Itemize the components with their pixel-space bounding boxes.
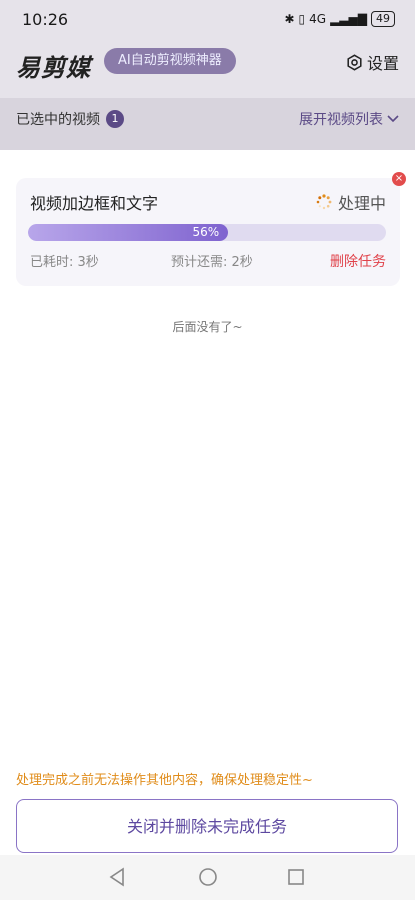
close-delete-button[interactable]: 关闭并删除未完成任务 [16,799,398,853]
app-tagline: AI自动剪视频神器 [104,48,236,74]
status-time: 10:26 [22,10,69,29]
delete-task-button[interactable]: 删除任务 [330,251,386,271]
task-status-label: 处理中 [337,194,386,213]
bluetooth-icon: ✱ [284,12,295,26]
list-end-text: 后面没有了~ [172,320,243,334]
progress-label: 56% [192,225,220,239]
status-icons: ✱ ▯ 4G ▂▃▅▇ 49 [284,11,395,27]
settings-label: 设置 [366,54,399,73]
status-bar: 10:26 ✱ ▯ 4G ▂▃▅▇ 49 [0,0,415,40]
vibrate-icon: ▯ [298,12,306,26]
expand-video-list-label: 展开视频列表 [299,112,383,128]
home-icon[interactable] [198,867,218,887]
expand-video-list-button[interactable]: 展开视频列表 [299,109,399,129]
back-icon[interactable] [108,867,128,887]
task-status: 处理中 [316,190,386,214]
selected-videos-bar: 已选中的视频 1 展开视频列表 [0,98,415,150]
settings-button[interactable]: 设置 [346,50,399,74]
progress-bar: 56% [28,224,386,241]
task-remaining-time: 预计还需: 2秒 [171,255,253,270]
signal-icon: ▂▃▅▇ [330,12,367,26]
app-header: 易剪媒 AI自动剪视频神器 设置 [0,40,415,98]
selected-videos-text: 已选中的视频 [16,112,100,128]
app-logo: 易剪媒 [16,54,91,82]
task-card: × 视频加边框和文字 处理中 56% 已耗时: 3秒 预计还需: 2秒 删除任务 [16,172,406,286]
chevron-down-icon [387,115,399,123]
task-close-button[interactable]: × [392,172,406,186]
task-elapsed-time: 已耗时: 3秒 [30,255,99,270]
warning-text: 处理完成之前无法操作其他内容，确保处理稳定性~ [16,773,313,788]
gear-icon [347,53,362,71]
recent-apps-icon[interactable] [286,867,306,887]
battery-indicator: 49 [371,11,395,27]
spinner-icon [316,194,332,210]
network-label: 4G [309,12,327,26]
task-title: 视频加边框和文字 [30,194,159,213]
selected-videos-label: 已选中的视频 1 [16,109,124,129]
selected-count-badge: 1 [106,110,124,128]
task-sheet: × 视频加边框和文字 处理中 56% 已耗时: 3秒 预计还需: 2秒 删除任务… [0,150,415,855]
navigation-bar [0,855,415,900]
